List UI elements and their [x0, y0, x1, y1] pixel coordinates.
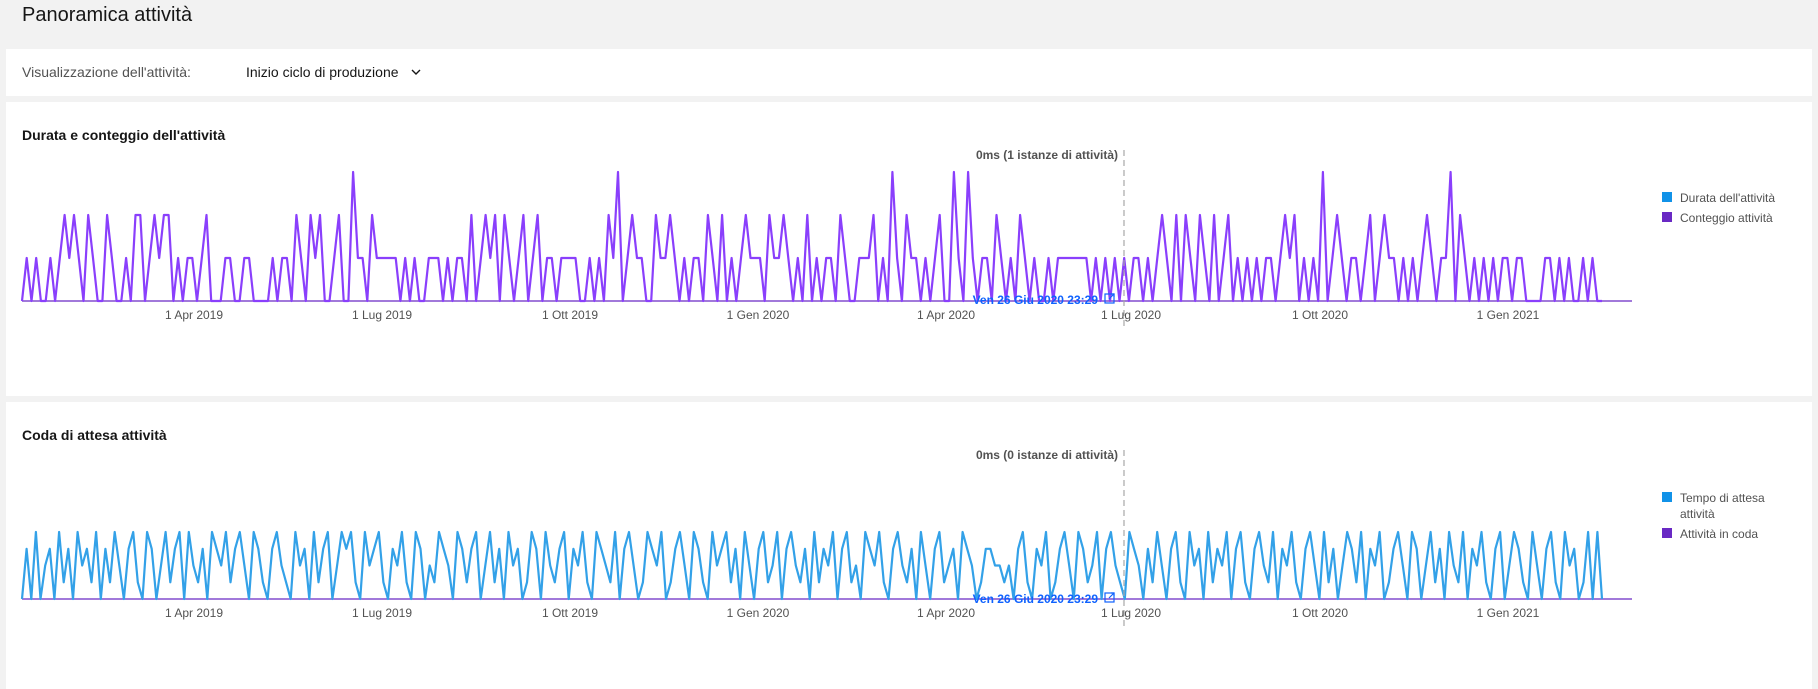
series-line-wait: [20, 530, 1604, 601]
chart-card-duration-count: Durata e conteggio dell'attività 1 Apr 2…: [6, 102, 1812, 396]
x-tick-label: 1 Gen 2020: [727, 308, 790, 322]
legend-swatch: [1662, 492, 1672, 502]
x-tick-label: 1 Lug 2019: [352, 606, 412, 620]
chart-area: 1 Apr 2019 1 Lug 2019 1 Ott 2019 1 Gen 2020…: [20, 448, 1632, 628]
x-tick-label: 1 Lug 2019: [352, 308, 412, 322]
x-tick-label: 1 Gen 2021: [1477, 606, 1540, 620]
legend-item-wait-time[interactable]: Tempo di attesa attività: [1662, 490, 1792, 522]
legend-swatch: [1662, 192, 1672, 202]
x-tick-label: 1 Lug 2020: [1101, 308, 1161, 322]
legend-item-count[interactable]: Conteggio attività: [1662, 210, 1792, 226]
view-select-value: Inizio ciclo di produzione: [246, 64, 399, 80]
legend-label: Attività in coda: [1680, 527, 1759, 541]
page-title: Panoramica attività: [22, 4, 193, 26]
time-marker-date-link[interactable]: Ven 26 Giu 2020 23:29: [973, 293, 1099, 307]
x-tick-label: 1 Apr 2019: [165, 308, 223, 322]
legend-item-duration[interactable]: Durata dell'attività: [1662, 190, 1792, 206]
x-axis-ticks: 1 Apr 2019 1 Lug 2019 1 Ott 2019 1 Gen 2020…: [165, 606, 1540, 620]
x-axis-ticks: 1 Apr 2019 1 Lug 2019 1 Ott 2019 1 Gen 2020…: [165, 308, 1540, 322]
legend-label: Conteggio attività: [1680, 211, 1773, 225]
x-tick-label: 1 Gen 2020: [727, 606, 790, 620]
x-tick-label: 1 Apr 2020: [917, 606, 975, 620]
legend-label: Tempo di attesa attività: [1680, 491, 1765, 521]
time-marker-label: 0ms (1 istanze di attività): [976, 148, 1118, 162]
view-select[interactable]: Inizio ciclo di produzione: [240, 57, 429, 87]
launch-icon[interactable]: [1104, 592, 1115, 603]
legend-item-queued[interactable]: Attività in coda: [1662, 526, 1792, 542]
x-tick-label: 1 Apr 2019: [165, 606, 223, 620]
x-tick-label: 1 Ott 2019: [542, 308, 598, 322]
time-marker-date-link[interactable]: Ven 26 Giu 2020 23:29: [973, 592, 1099, 606]
x-tick-label: 1 Gen 2021: [1477, 308, 1540, 322]
chart-card-wait-queue: Coda di attesa attività 1 Apr 2019 1 Lug …: [6, 402, 1812, 689]
view-label: Visualizzazione dell'attività:: [22, 64, 191, 80]
chevron-down-icon: [411, 69, 421, 75]
x-tick-label: 1 Apr 2020: [917, 308, 975, 322]
legend-label: Durata dell'attività: [1680, 191, 1776, 205]
x-tick-label: 1 Lug 2020: [1101, 606, 1161, 620]
series-line-count: [20, 170, 1602, 303]
legend-swatch: [1662, 212, 1672, 222]
view-toolbar: Visualizzazione dell'attività: Inizio ci…: [6, 49, 1812, 96]
x-tick-label: 1 Ott 2020: [1292, 606, 1348, 620]
x-tick-label: 1 Ott 2020: [1292, 308, 1348, 322]
chart-legend: Durata dell'attività Conteggio attività: [1662, 190, 1792, 230]
legend-swatch: [1662, 528, 1672, 538]
chart-legend: Tempo di attesa attività Attività in cod…: [1662, 490, 1792, 546]
time-marker-label: 0ms (0 istanze di attività): [976, 448, 1118, 462]
chart-area: 1 Apr 2019 1 Lug 2019 1 Ott 2019 1 Gen 2020…: [20, 148, 1632, 328]
x-tick-label: 1 Ott 2019: [542, 606, 598, 620]
